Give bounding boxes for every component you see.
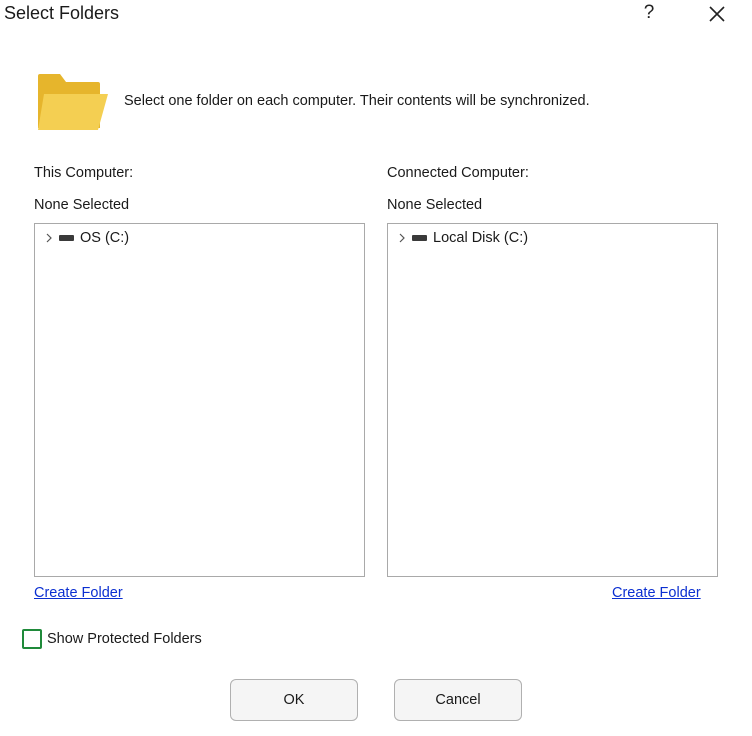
show-protected-folders-label[interactable]: Show Protected Folders — [47, 631, 202, 647]
drive-icon — [412, 235, 427, 241]
chevron-right-icon[interactable] — [43, 232, 55, 244]
show-protected-folders-checkbox[interactable] — [22, 629, 42, 649]
create-folder-link-right[interactable]: Create Folder — [612, 585, 701, 601]
cancel-button[interactable]: Cancel — [394, 679, 522, 721]
tree-item-label: Local Disk (C:) — [433, 230, 529, 246]
tree-item-local-disk-c[interactable]: Local Disk (C:) — [396, 230, 528, 246]
folder-icon — [36, 72, 110, 132]
drive-icon — [59, 235, 74, 241]
close-button[interactable] — [704, 2, 730, 26]
this-computer-selection: None Selected — [34, 197, 130, 213]
instruction-text: Select one folder on each computer. Thei… — [124, 93, 590, 109]
connected-computer-selection: None Selected — [387, 197, 483, 213]
create-folder-link-left[interactable]: Create Folder — [34, 585, 123, 601]
this-computer-folder-tree[interactable]: OS (C:) — [34, 223, 365, 577]
connected-computer-folder-tree[interactable]: Local Disk (C:) — [387, 223, 718, 577]
chevron-right-icon[interactable] — [396, 232, 408, 244]
connected-computer-label: Connected Computer: — [387, 165, 529, 181]
this-computer-label: This Computer: — [34, 165, 134, 181]
close-icon — [709, 6, 725, 22]
tree-item-label: OS (C:) — [80, 230, 130, 246]
ok-button[interactable]: OK — [230, 679, 358, 721]
window-title: Select Folders — [4, 3, 120, 23]
help-button[interactable]: ? — [640, 2, 658, 24]
tree-item-os-c[interactable]: OS (C:) — [43, 230, 129, 246]
